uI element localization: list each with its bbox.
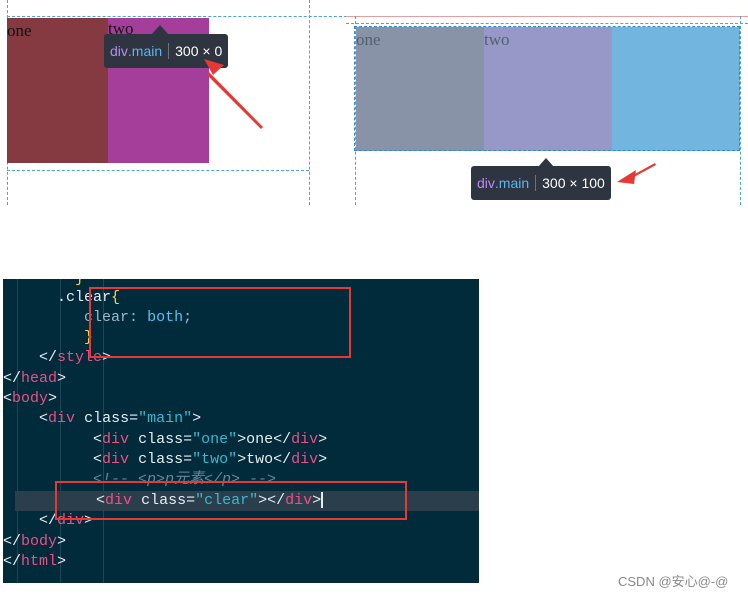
left-main-top-guide [7, 16, 352, 17]
code-line: <body> [3, 390, 58, 407]
code-line: <div class="main"> [39, 410, 202, 427]
right-right-guide [740, 16, 741, 205]
tooltip-separator [168, 43, 170, 59]
clear-div-highlight [55, 481, 407, 520]
tooltip-size: 300 × 100 [542, 175, 605, 191]
right-devtools-tooltip: div .main 300 × 100 [471, 166, 611, 200]
left-red-arrow-icon [204, 59, 263, 129]
tooltip-tag: div [110, 43, 128, 59]
code-line: </body> [3, 533, 67, 550]
left-main-right-guide [309, 0, 310, 205]
tooltip-class: .main [127, 43, 163, 59]
code-line: <div class="one">one</div> [93, 431, 328, 448]
clear-rule-highlight [89, 287, 351, 358]
code-line: </html> [3, 553, 67, 570]
right-top-guide-2 [346, 23, 748, 24]
code-line: </head> [3, 370, 67, 387]
csdn-watermark: CSDN @安心@-@ [618, 574, 729, 589]
left-one-label: one [7, 21, 32, 40]
right-one-label: one [356, 30, 381, 49]
right-main-outline [354, 26, 740, 151]
right-top-guide [346, 16, 748, 17]
left-main-bottom-guide [7, 170, 309, 171]
tooltip-tag: div [477, 175, 495, 191]
tooltip-class: .main [494, 175, 530, 191]
tooltip-separator [535, 175, 537, 191]
left-tooltip-pointer [152, 25, 168, 34]
code-line: <div class="two">two</div> [93, 451, 328, 468]
right-two-label: two [484, 30, 510, 49]
right-red-arrow-icon [617, 163, 656, 184]
